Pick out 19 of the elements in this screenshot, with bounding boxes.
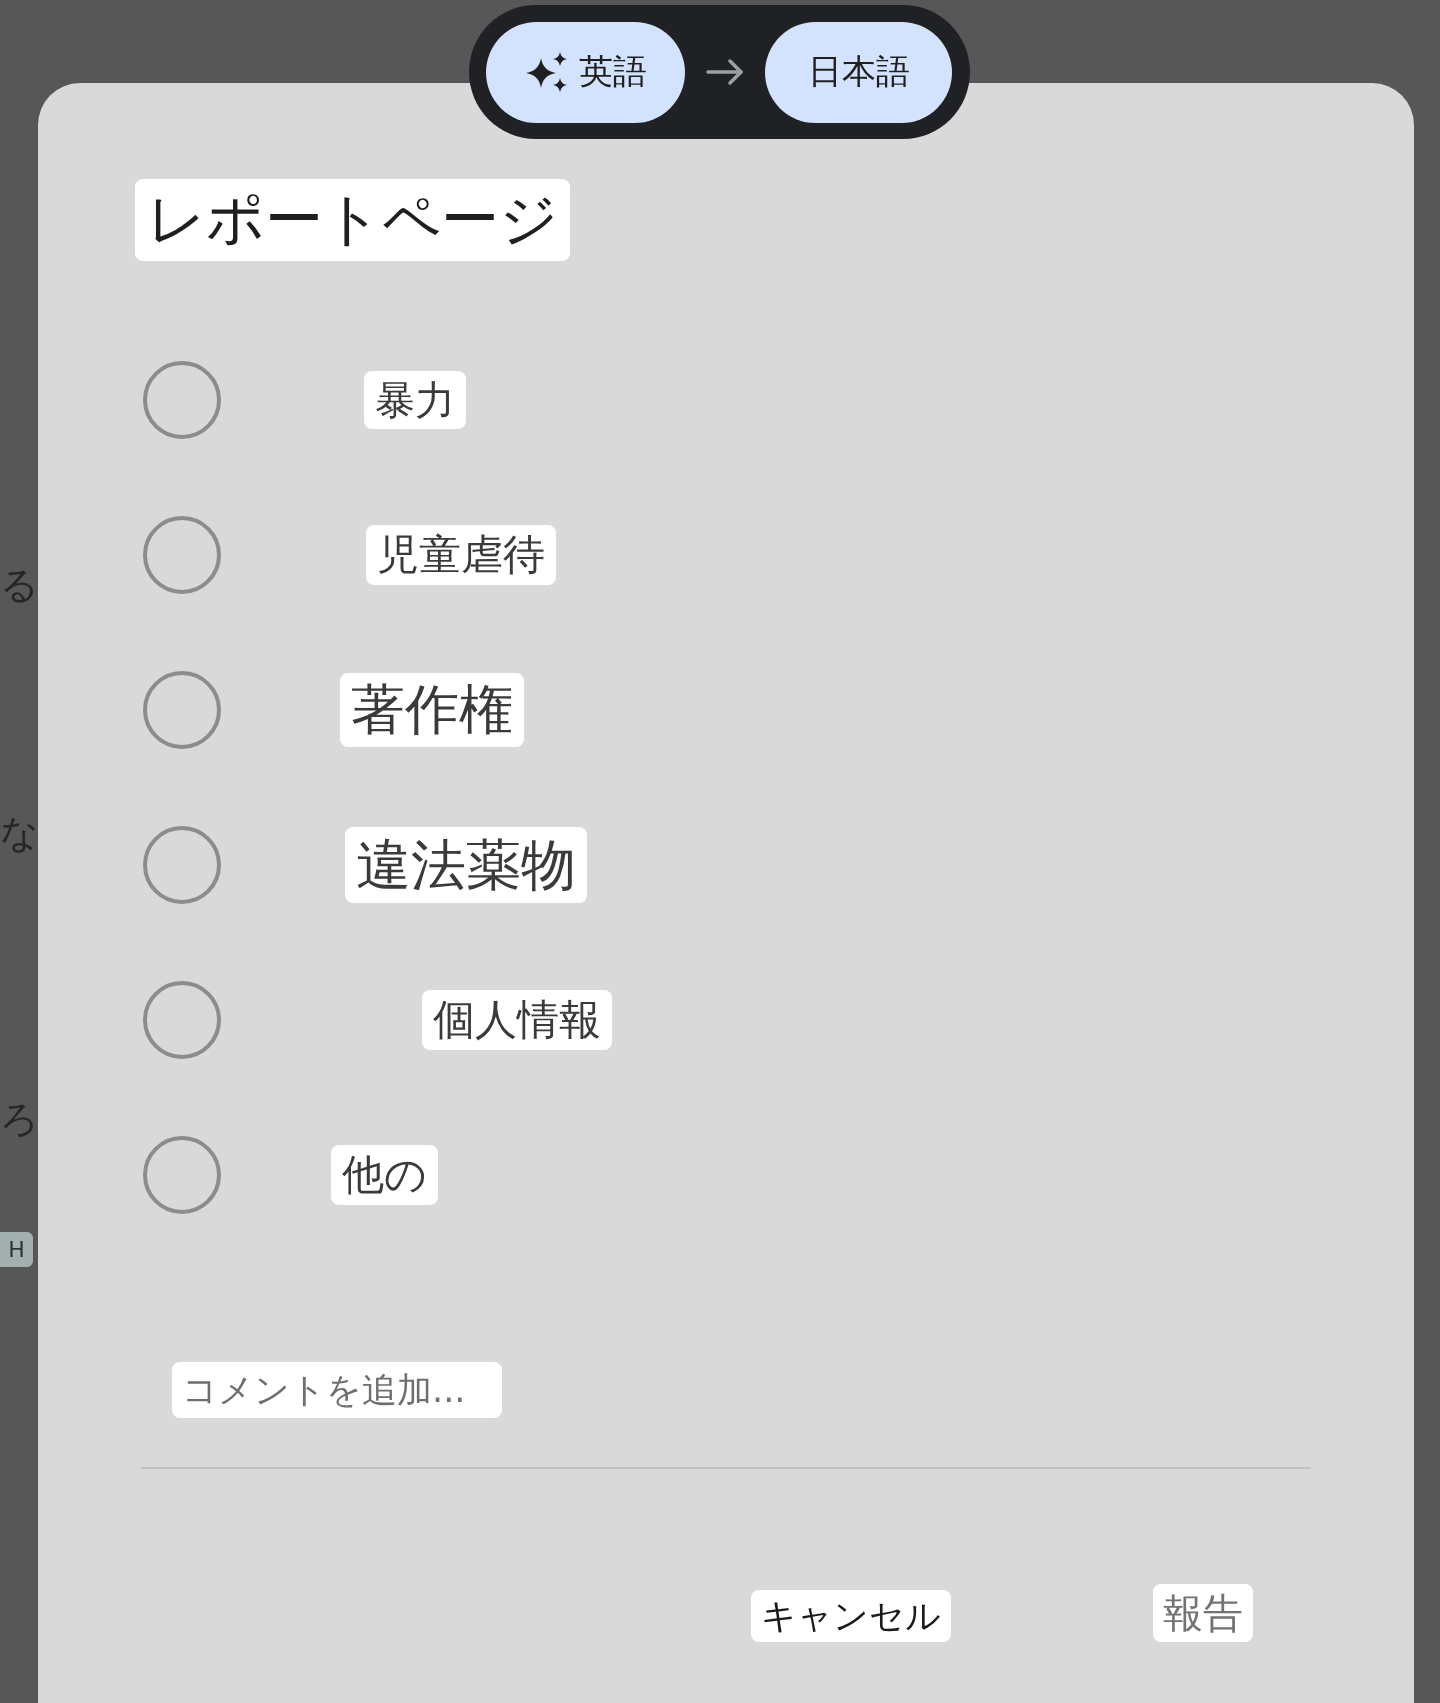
arrow-right-icon: [706, 59, 744, 85]
option-label[interactable]: 個人情報: [422, 989, 612, 1051]
source-language-chip[interactable]: 英語: [486, 21, 685, 123]
radio-button[interactable]: [142, 980, 222, 1061]
radio-button[interactable]: [142, 825, 222, 906]
option-label[interactable]: 他の: [331, 1144, 438, 1206]
page-badge: H: [0, 1232, 33, 1267]
dialog-title: レポートページ: [135, 179, 570, 261]
option-label[interactable]: 暴力: [364, 371, 466, 430]
option-label[interactable]: 違法薬物: [345, 827, 587, 904]
comment-field[interactable]: コメントを追加...: [172, 1361, 502, 1418]
radio-button[interactable]: [142, 670, 222, 751]
radio-button[interactable]: [142, 360, 222, 441]
target-language-chip[interactable]: 日本語: [765, 21, 952, 123]
option-label[interactable]: 著作権: [340, 672, 524, 748]
option-label[interactable]: 児童虐待: [366, 524, 556, 586]
radio-button[interactable]: [142, 515, 222, 596]
cancel-button[interactable]: キャンセル: [751, 1589, 951, 1642]
radio-button[interactable]: [142, 1135, 222, 1216]
